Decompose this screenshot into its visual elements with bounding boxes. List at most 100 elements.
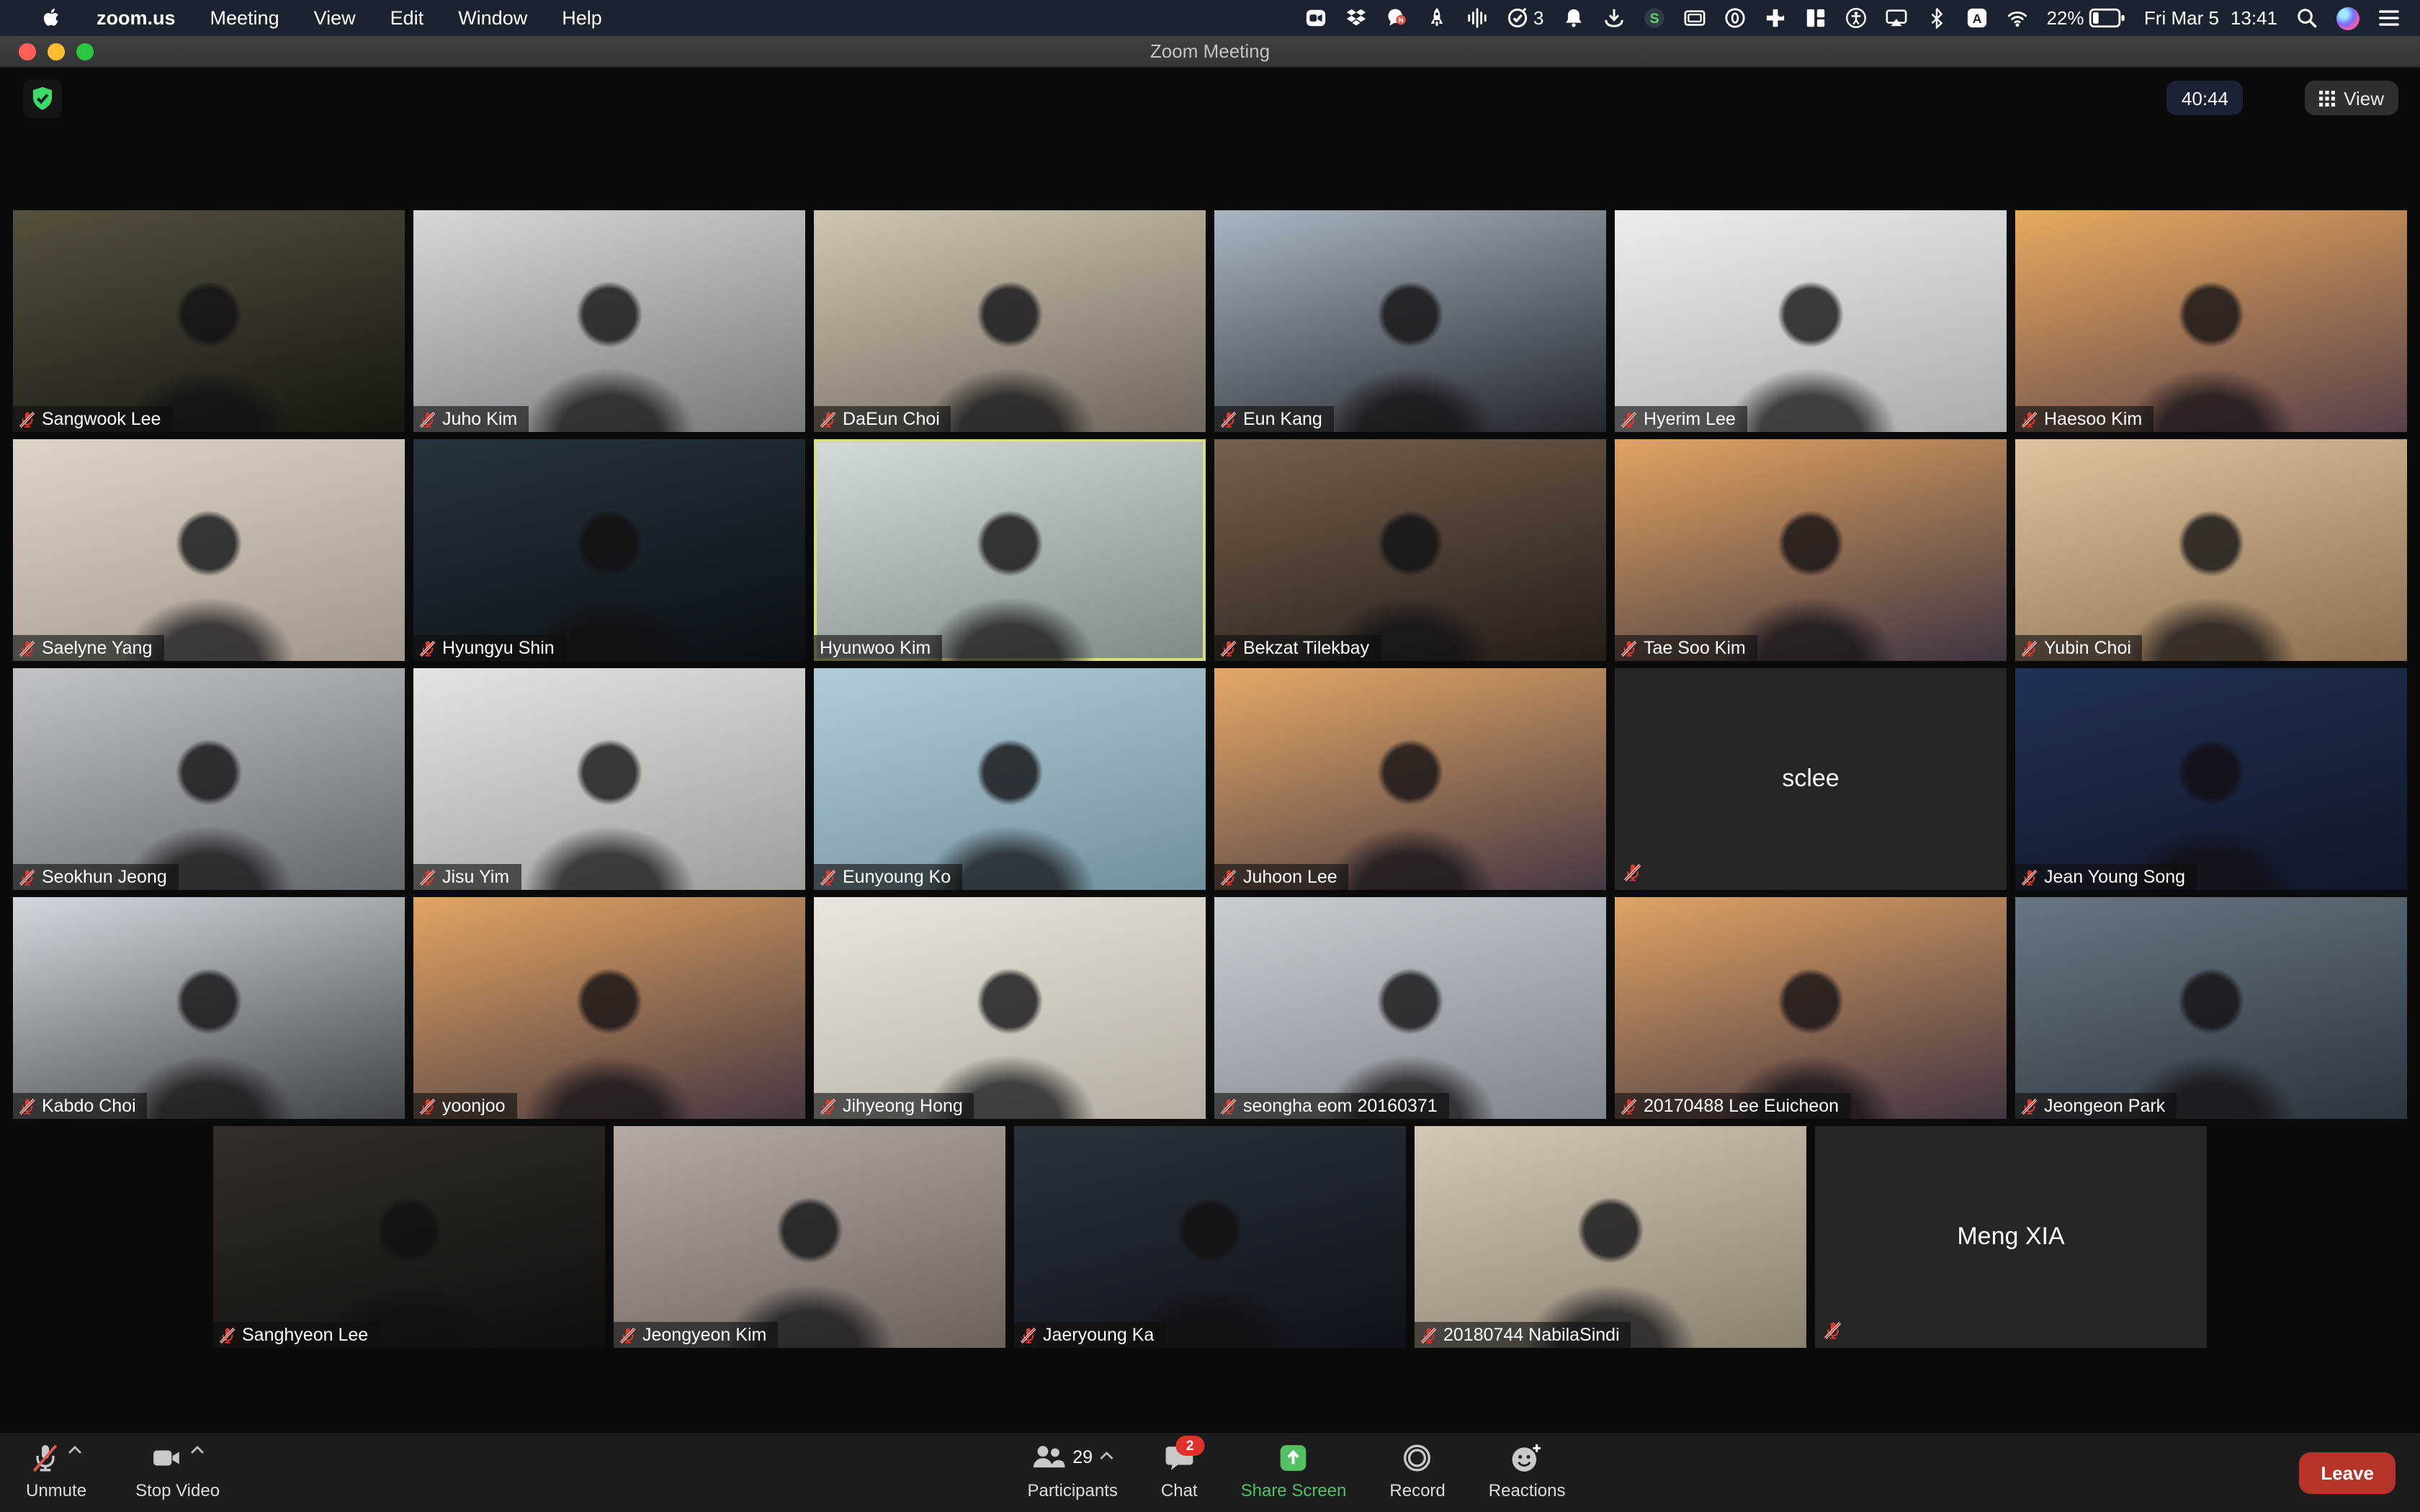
menu-clock[interactable]: Fri Mar 5 13:41 — [2144, 7, 2277, 29]
sidecar-icon[interactable] — [1683, 7, 1705, 29]
bell-icon[interactable] — [1562, 7, 1584, 29]
participant-silhouette — [413, 668, 805, 890]
participant-tile[interactable]: Saelyne Yang Saelyne Yang — [13, 439, 405, 661]
control-center-icon[interactable] — [2378, 7, 2400, 29]
installer-icon[interactable] — [1764, 7, 1785, 29]
participant-silhouette — [1014, 1126, 1406, 1348]
apple-menu-icon[interactable] — [40, 7, 62, 29]
participant-tile[interactable]: Jihyeong Hong Jihyeong Hong — [814, 897, 1206, 1119]
participant-tile[interactable]: Jaeryoung Ka Jaeryoung Ka — [1014, 1126, 1406, 1348]
muted-mic-icon — [1824, 1320, 1842, 1341]
window-title: Zoom Meeting — [0, 36, 2420, 66]
chevron-up-icon[interactable] — [1100, 1452, 1114, 1460]
muted-mic-icon — [820, 410, 837, 428]
siri-icon[interactable] — [2336, 6, 2360, 30]
participant-tile[interactable]: Eun Kang Eun Kang — [1214, 210, 1606, 432]
notification-bubble-icon[interactable]: N — [1386, 7, 1408, 29]
muted-mic-icon — [19, 1097, 36, 1115]
participant-silhouette — [1214, 210, 1606, 432]
participant-tile[interactable]: Sangwook Lee Sangwook Lee — [13, 210, 405, 432]
zero-circle-icon[interactable] — [1724, 7, 1745, 29]
participant-tile[interactable]: 20170488 Lee Euicheon 20170488 Lee Euich… — [1615, 897, 2007, 1119]
muted-mic-icon — [2021, 410, 2038, 428]
menu-item-window[interactable]: Window — [458, 7, 527, 29]
leave-button[interactable]: Leave — [2299, 1452, 2396, 1493]
unmute-button[interactable]: Unmute — [26, 1433, 86, 1512]
participant-tile[interactable]: Eunyoung Ko Eunyoung Ko — [814, 668, 1206, 890]
menu-item-edit[interactable]: Edit — [390, 7, 424, 29]
participant-name-label: Hyungyu Shin — [413, 635, 566, 661]
reactions-button[interactable]: Reactions — [1489, 1433, 1566, 1512]
view-button[interactable]: View — [2305, 81, 2398, 115]
participant-silhouette — [1615, 897, 2007, 1119]
zoom-window-button[interactable] — [76, 42, 94, 60]
wifi-icon[interactable] — [2006, 7, 2027, 29]
airplay-icon[interactable] — [1885, 7, 1906, 29]
menu-item-help[interactable]: Help — [562, 7, 602, 29]
minimize-window-button[interactable] — [48, 42, 65, 60]
participant-tile[interactable]: DaEun Choi DaEun Choi — [814, 210, 1206, 432]
participant-name-label: Jihyeong Hong — [814, 1093, 974, 1119]
input-source-icon[interactable]: A — [1966, 7, 1987, 29]
participant-name: DaEun Choi — [843, 409, 940, 429]
participant-tile[interactable]: Jeongeon Park Jeongeon Park — [2015, 897, 2407, 1119]
clock-date: Fri Mar 5 — [2144, 7, 2219, 29]
video-camera-icon[interactable] — [1306, 7, 1327, 29]
participants-button[interactable]: 29 Participants — [1027, 1433, 1117, 1512]
participant-tile[interactable]: Hyunwoo Kim Hyunwoo Kim — [814, 439, 1206, 661]
waveform-icon[interactable] — [1467, 7, 1489, 29]
participant-name-label: Jean Young Song — [2015, 864, 2197, 890]
participant-name: Bekzat Tilekbay — [1243, 638, 1369, 658]
record-button[interactable]: Record — [1389, 1433, 1445, 1512]
participant-name: Hyungyu Shin — [442, 638, 555, 658]
menu-item-view[interactable]: View — [314, 7, 356, 29]
participant-tile[interactable]: Hyerim Lee Hyerim Lee — [1615, 210, 2007, 432]
participant-tile[interactable]: Tae Soo Kim Tae Soo Kim — [1615, 439, 2007, 661]
participant-tile[interactable]: Yubin Choi Yubin Choi — [2015, 439, 2407, 661]
participant-silhouette — [13, 439, 405, 661]
participant-name-centered: sclee — [1615, 668, 2007, 890]
participant-tile[interactable]: 20180744 NabilaSindi 20180744 NabilaSind… — [1415, 1126, 1806, 1348]
participant-tile[interactable]: seongha eom 20160371 seongha eom 2016037… — [1214, 897, 1606, 1119]
accessibility-icon[interactable] — [1845, 7, 1866, 29]
participant-silhouette — [213, 1126, 605, 1348]
participant-tile[interactable]: Kabdo Choi Kabdo Choi — [13, 897, 405, 1119]
muted-mic-icon — [619, 1326, 637, 1344]
participant-tile[interactable]: Juho Kim Juho Kim — [413, 210, 805, 432]
spotlight-icon[interactable] — [2296, 7, 2318, 29]
tasks-check-icon[interactable]: 3 — [1507, 7, 1543, 29]
record-icon — [1402, 1443, 1433, 1473]
participant-tile[interactable]: Haesoo Kim Haesoo Kim — [2015, 210, 2407, 432]
participant-tile[interactable]: Jisu Yim Jisu Yim — [413, 668, 805, 890]
menu-item-meeting[interactable]: Meeting — [210, 7, 279, 29]
participant-tile[interactable]: sclee sclee — [1615, 668, 2007, 890]
participant-tile[interactable]: Juhoon Lee Juhoon Lee — [1214, 668, 1606, 890]
participant-tile[interactable]: Hyungyu Shin Hyungyu Shin — [413, 439, 805, 661]
chevron-up-icon[interactable] — [190, 1446, 205, 1454]
share-screen-label: Share Screen — [1241, 1480, 1347, 1500]
menu-item-appname[interactable]: zoom.us — [97, 7, 176, 29]
tasks-count: 3 — [1533, 7, 1543, 29]
participant-tile[interactable]: Seokhun Jeong Seokhun Jeong — [13, 668, 405, 890]
participant-tile[interactable]: Jeongyeon Kim Jeongyeon Kim — [614, 1126, 1005, 1348]
meeting-timer: 40:44 — [2167, 81, 2243, 115]
dropbox-icon[interactable] — [1346, 7, 1368, 29]
security-shield-icon[interactable] — [23, 79, 62, 118]
bluetooth-icon[interactable] — [1925, 7, 1947, 29]
blocks-icon[interactable] — [1804, 7, 1826, 29]
participant-tile[interactable]: Meng XIA Meng XIA — [1815, 1126, 2207, 1348]
chevron-up-icon[interactable] — [68, 1446, 82, 1454]
chat-button[interactable]: 2 Chat — [1161, 1433, 1198, 1512]
close-window-button[interactable] — [19, 42, 36, 60]
participant-tile[interactable]: Jean Young Song Jean Young Song — [2015, 668, 2407, 890]
participant-tile[interactable]: yoonjoo yoonjoo — [413, 897, 805, 1119]
chat-badge: 2 — [1175, 1436, 1204, 1456]
share-screen-button[interactable]: Share Screen — [1241, 1433, 1347, 1512]
downloads-icon[interactable] — [1603, 7, 1624, 29]
rocket-icon[interactable] — [1427, 7, 1448, 29]
participant-tile[interactable]: Bekzat Tilekbay Bekzat Tilekbay — [1214, 439, 1606, 661]
shottr-icon[interactable]: S — [1643, 7, 1664, 29]
participant-name: Sanghyeon Lee — [242, 1325, 368, 1345]
stop-video-button[interactable]: Stop Video — [135, 1433, 220, 1512]
participant-tile[interactable]: Sanghyeon Lee Sanghyeon Lee — [213, 1126, 605, 1348]
